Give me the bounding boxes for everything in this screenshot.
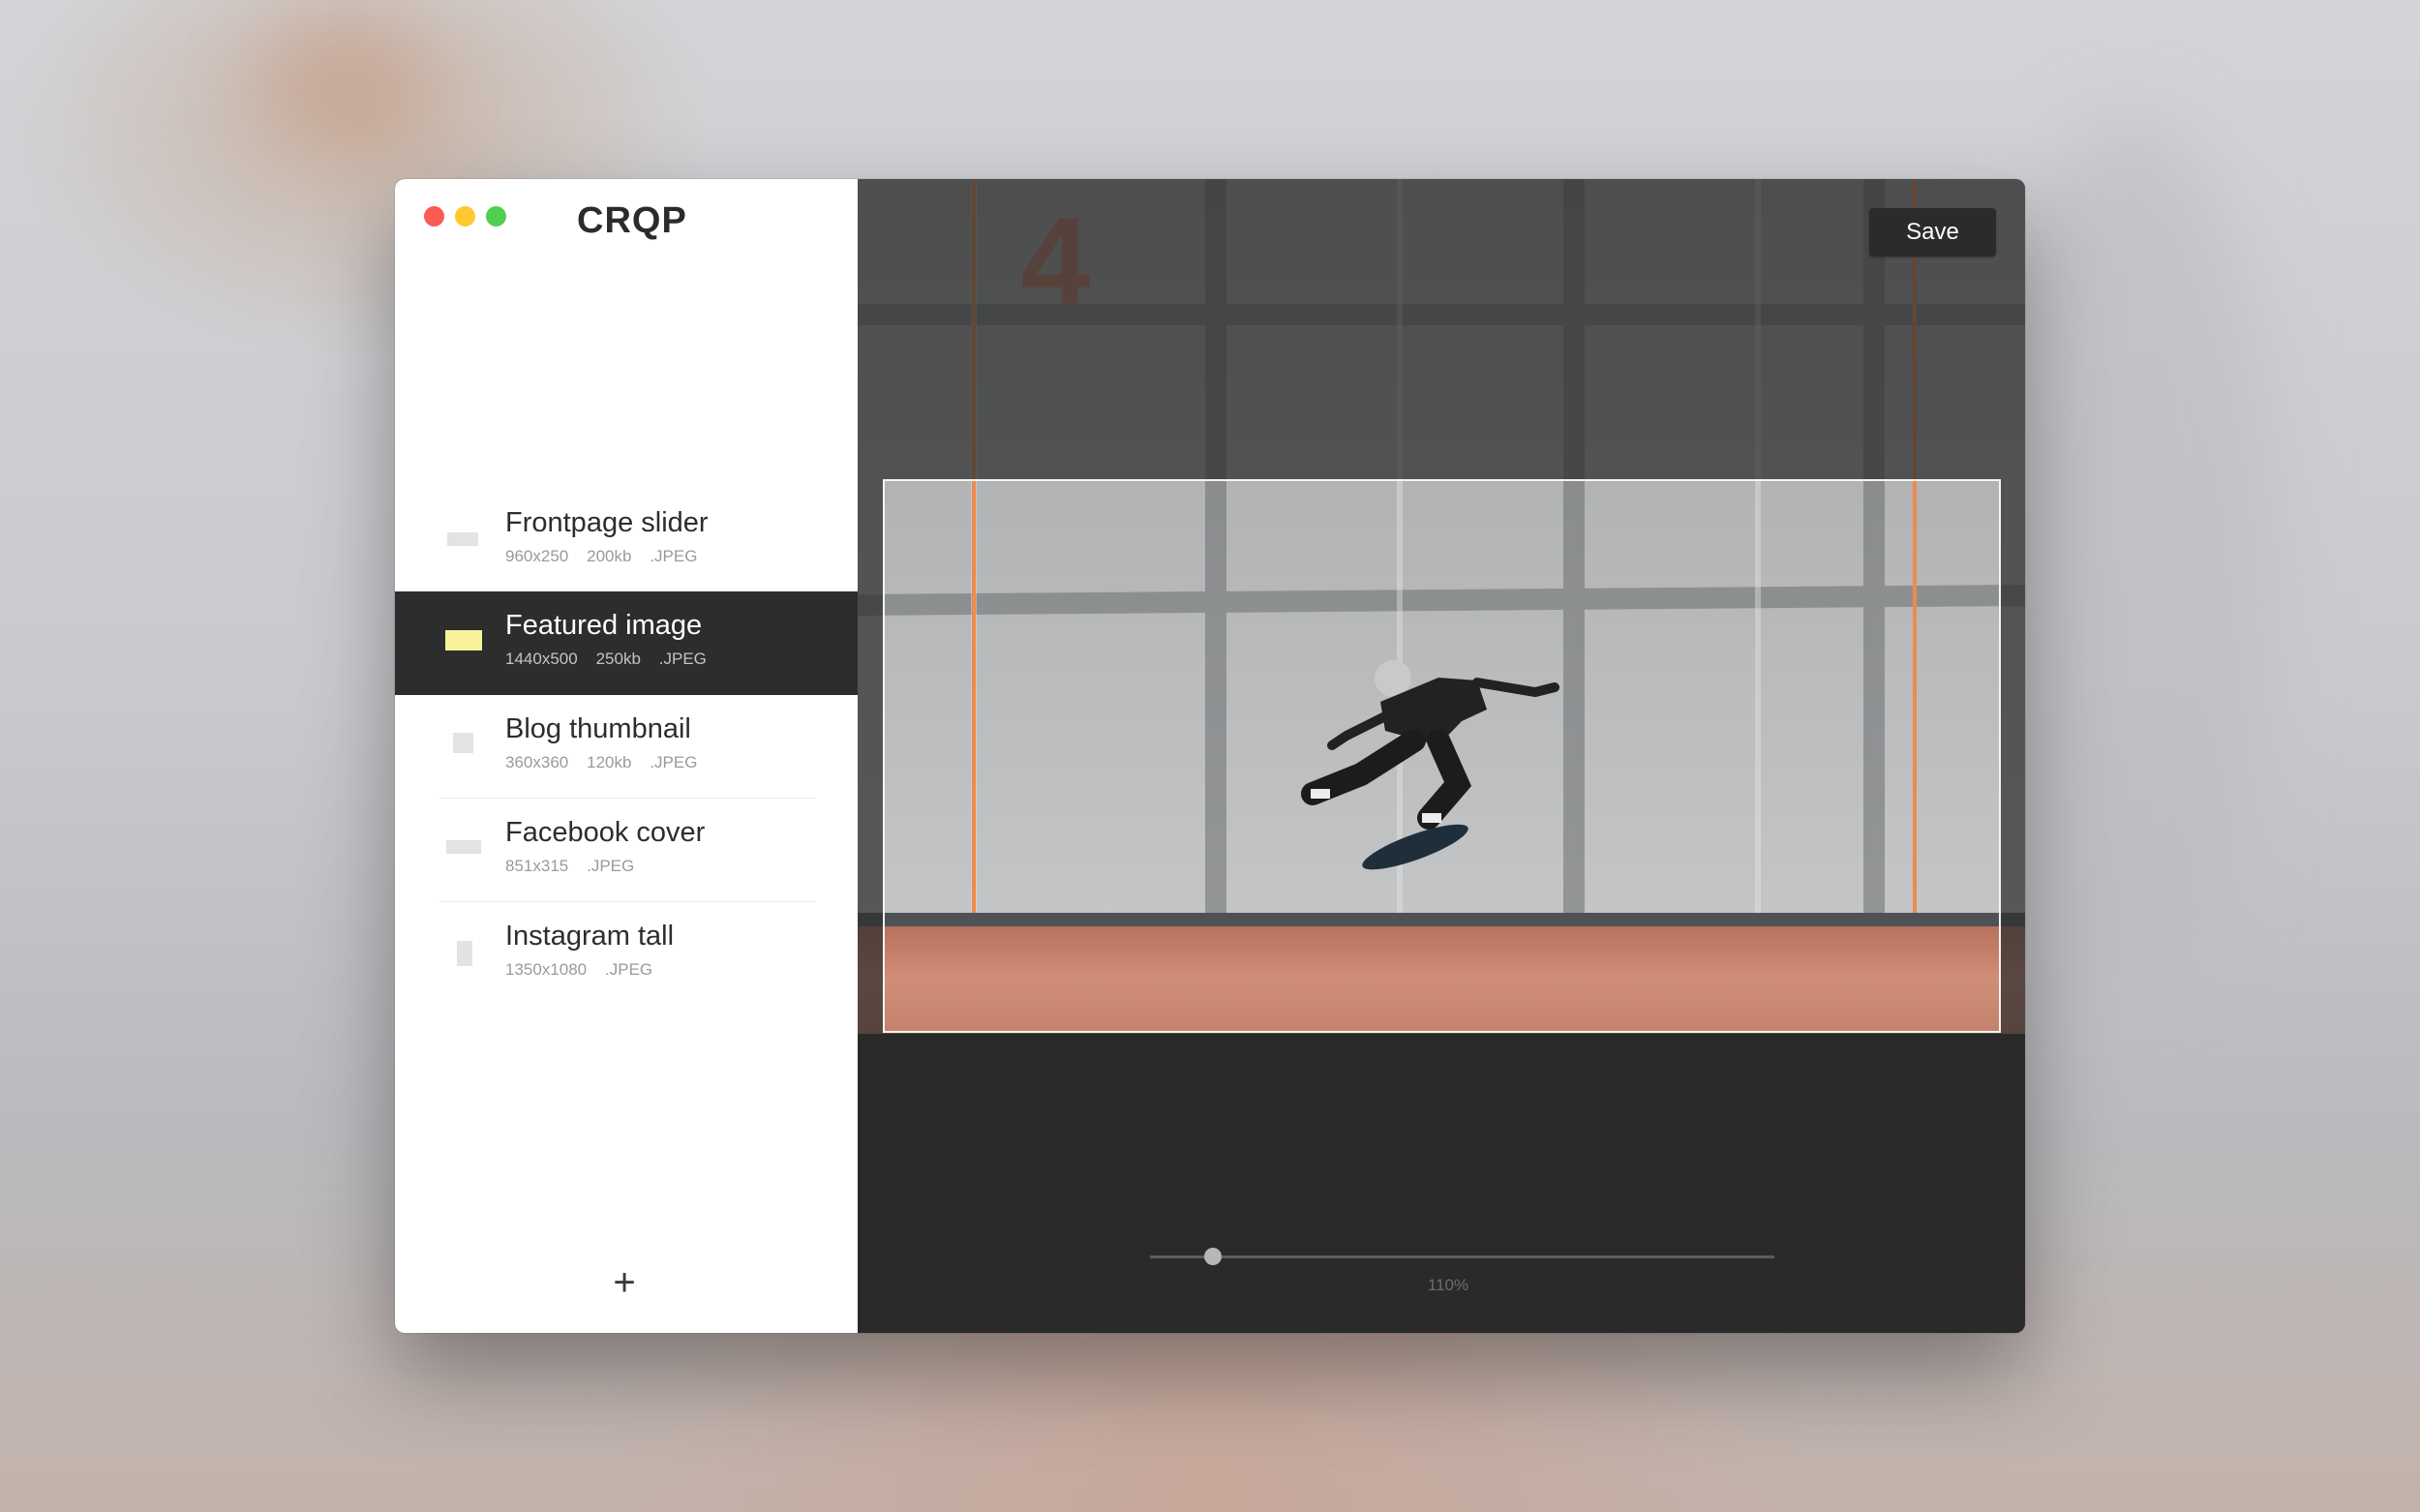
- preset-name: Facebook cover: [505, 817, 706, 848]
- zoom-level-label: 110%: [1427, 1276, 1469, 1294]
- preset-meta: 360x360 120kb .JPEG: [505, 753, 698, 771]
- add-preset-button[interactable]: +: [610, 1263, 639, 1302]
- aspect-wide-icon: [447, 532, 478, 546]
- photo-preview: 4: [858, 179, 2025, 1034]
- preset-meta: 1440x500 250kb .JPEG: [505, 650, 707, 668]
- preset-name: Frontpage slider: [505, 507, 709, 538]
- preset-item-facebook-cover[interactable]: Facebook cover 851x315 .JPEG: [395, 799, 858, 902]
- preset-name: Blog thumbnail: [505, 713, 691, 744]
- sidebar: CRQP Frontpage slider 960x250 200kb .JPE…: [395, 179, 858, 1333]
- zoom-window-button[interactable]: [486, 206, 506, 227]
- preset-meta: 1350x1080 .JPEG: [505, 960, 653, 979]
- preset-name: Instagram tall: [505, 921, 675, 952]
- preset-item-featured-image[interactable]: Featured image 1440x500 250kb .JPEG: [395, 591, 858, 695]
- preset-meta: 960x250 200kb .JPEG: [505, 547, 698, 565]
- preset-item-frontpage-slider[interactable]: Frontpage slider 960x250 200kb .JPEG: [395, 489, 858, 592]
- save-button[interactable]: Save: [1869, 208, 1996, 257]
- close-window-button[interactable]: [424, 206, 444, 227]
- aspect-wide-icon: [446, 840, 481, 854]
- image-canvas[interactable]: 4: [858, 179, 2025, 1034]
- aspect-square-icon: [453, 733, 473, 753]
- aspect-tall-icon: [457, 941, 472, 966]
- window-controls: [424, 206, 506, 227]
- preset-item-blog-thumbnail[interactable]: Blog thumbnail 360x360 120kb .JPEG: [395, 695, 858, 799]
- app-logo: CRQP: [577, 200, 687, 241]
- preset-item-instagram-tall[interactable]: Instagram tall 1350x1080 .JPEG: [395, 902, 858, 1006]
- editor-panel: 4: [858, 179, 2025, 1333]
- zoom-slider-handle[interactable]: [1203, 1248, 1222, 1265]
- app-window: CRQP Frontpage slider 960x250 200kb .JPE…: [395, 179, 2025, 1333]
- minimize-window-button[interactable]: [455, 206, 475, 227]
- preset-name: Featured image: [505, 610, 703, 641]
- zoom-slider[interactable]: [1150, 1248, 1774, 1265]
- preset-meta: 851x315 .JPEG: [505, 857, 635, 875]
- aspect-wide-icon: [445, 630, 482, 650]
